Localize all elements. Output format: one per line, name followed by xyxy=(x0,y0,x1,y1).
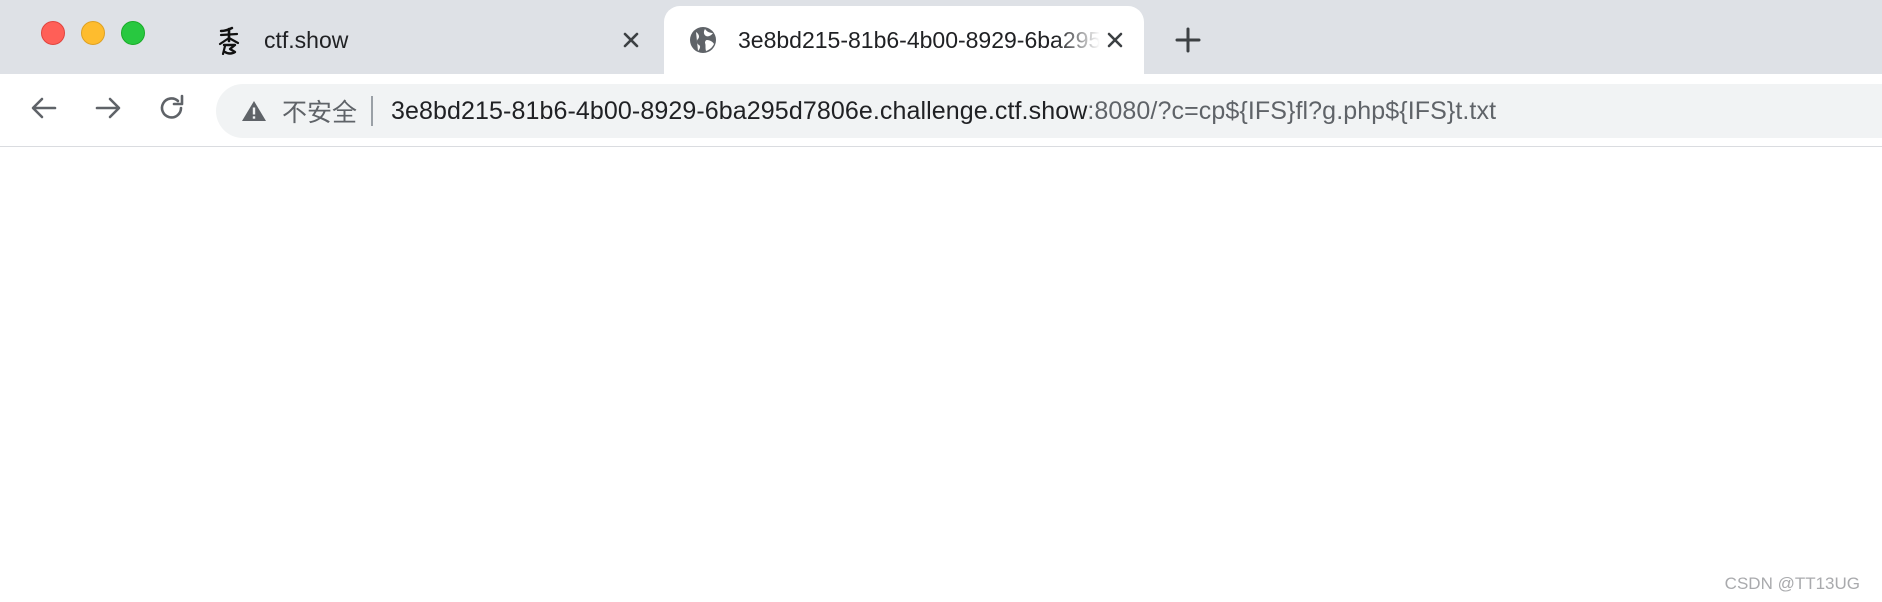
tab-strip: ctf.show 3e8bd215-81b6-4b00-8929-6ba295d… xyxy=(0,0,1882,74)
warning-triangle-icon[interactable] xyxy=(240,97,268,125)
tab-title: 3e8bd215-81b6-4b00-8929-6ba295d7806e.cha… xyxy=(738,26,1100,53)
tab-close-icon[interactable] xyxy=(1100,25,1130,55)
tab-ctf-show[interactable]: ctf.show xyxy=(190,6,660,74)
security-status-text[interactable]: 不安全 xyxy=(282,93,357,129)
url-path: :8080/?c=cp${IFS}fl?g.php${IFS}t.txt xyxy=(1087,96,1497,125)
page-content: CSDN @TT13UG xyxy=(0,147,1882,602)
window-maximize-button[interactable] xyxy=(121,21,145,45)
omnibox-divider xyxy=(371,96,374,126)
reload-icon xyxy=(157,93,187,128)
window-minimize-button[interactable] xyxy=(81,21,105,45)
back-button[interactable] xyxy=(24,90,64,130)
reload-button[interactable] xyxy=(152,90,192,130)
forward-arrow-icon xyxy=(93,93,123,128)
plus-icon xyxy=(1174,26,1202,59)
window-close-button[interactable] xyxy=(41,21,65,45)
tab-close-icon[interactable] xyxy=(616,25,646,55)
toolbar: 不安全 3e8bd215-81b6-4b00-8929-6ba295d7806e… xyxy=(0,74,1882,147)
forward-button[interactable] xyxy=(88,90,128,130)
browser-window: ctf.show 3e8bd215-81b6-4b00-8929-6ba295d… xyxy=(0,0,1882,602)
calligraphy-character-icon xyxy=(214,25,244,55)
url-text[interactable]: 3e8bd215-81b6-4b00-8929-6ba295d7806e.cha… xyxy=(391,97,1496,126)
tab-challenge[interactable]: 3e8bd215-81b6-4b00-8929-6ba295d7806e.cha… xyxy=(664,6,1144,74)
address-bar[interactable]: 不安全 3e8bd215-81b6-4b00-8929-6ba295d7806e… xyxy=(216,84,1882,138)
tab-title: ctf.show xyxy=(264,26,349,53)
watermark-text: CSDN @TT13UG xyxy=(1724,574,1860,593)
back-arrow-icon xyxy=(29,93,59,128)
url-host: 3e8bd215-81b6-4b00-8929-6ba295d7806e.cha… xyxy=(391,96,1088,125)
new-tab-button[interactable] xyxy=(1170,24,1206,60)
globe-icon xyxy=(688,25,718,55)
